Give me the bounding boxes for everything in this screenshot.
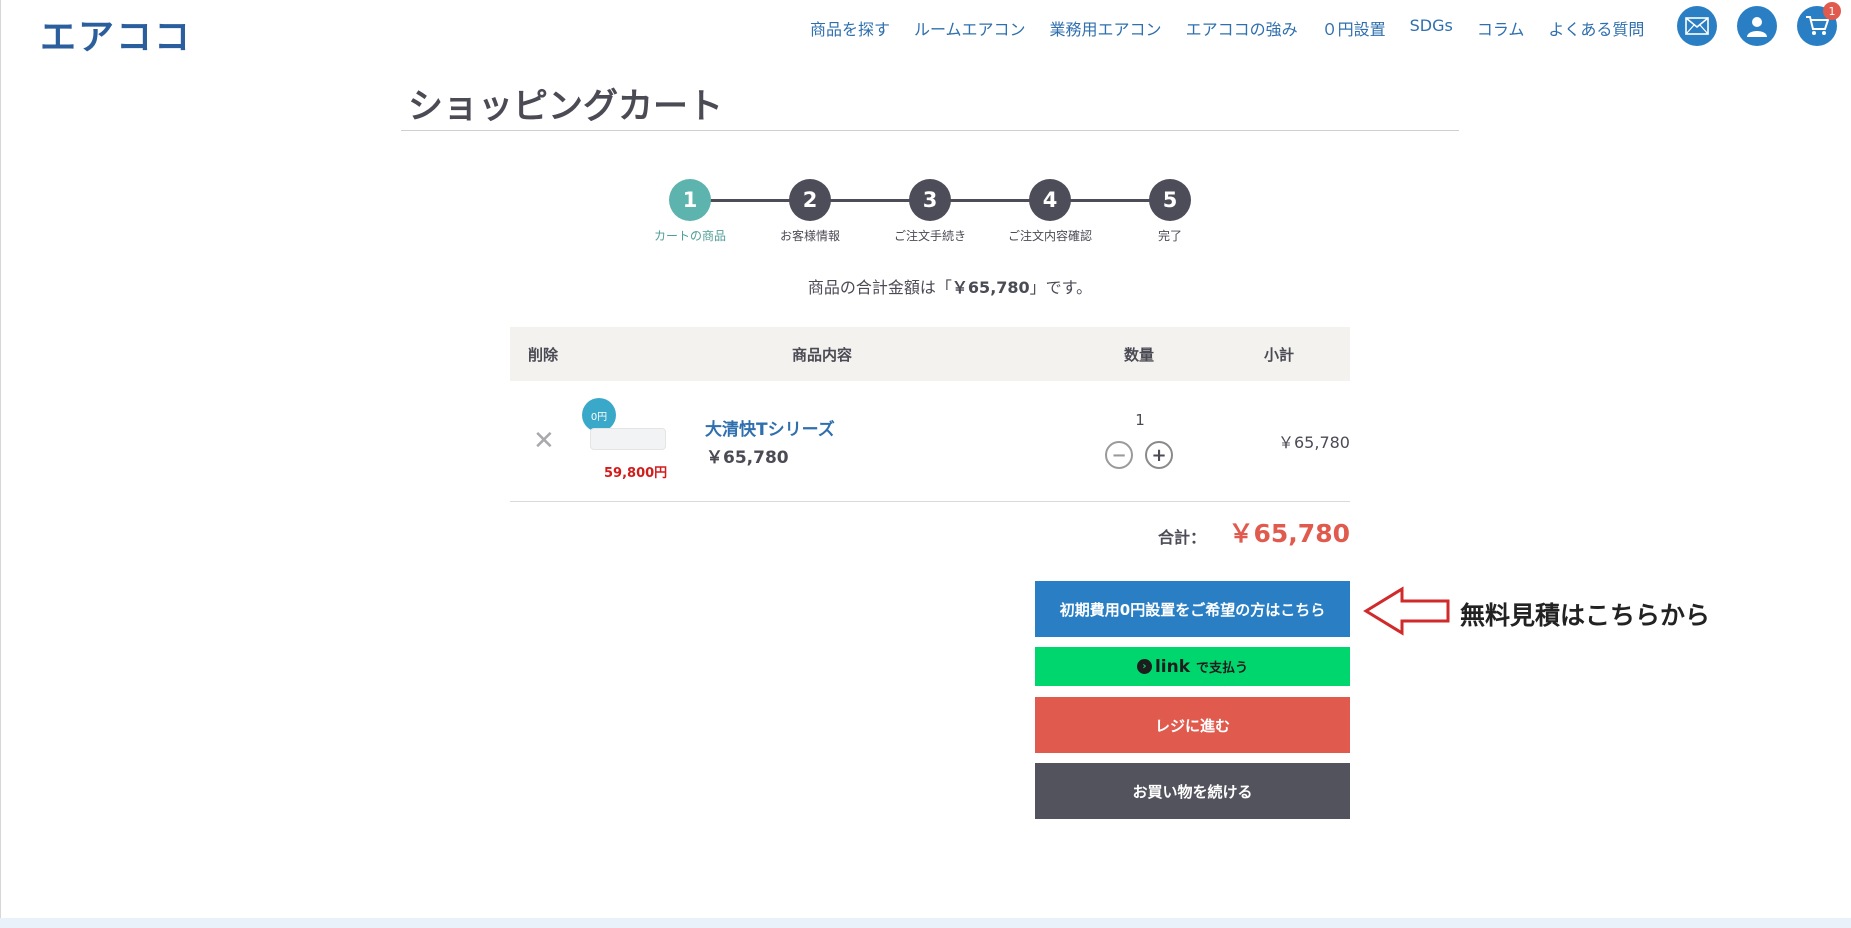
user-icon: [1747, 17, 1767, 37]
cart-button[interactable]: 1: [1797, 2, 1841, 46]
nav-business-aircon[interactable]: 業務用エアコン: [1050, 16, 1162, 40]
step-label: 完了: [1157, 229, 1182, 243]
site-logo[interactable]: エアココ: [40, 8, 192, 60]
plus-icon: +: [1151, 444, 1167, 466]
quantity-value: 1: [1135, 411, 1145, 429]
header-content: 商品内容: [792, 346, 853, 364]
step-number: 4: [1029, 179, 1071, 221]
product-thumbnail[interactable]: 0円 59,800円: [582, 398, 672, 481]
continue-shopping-button[interactable]: お買い物を続ける: [1035, 763, 1350, 819]
aircon-unit-image: [590, 428, 666, 450]
nav-search-products[interactable]: 商品を探す: [810, 16, 890, 40]
minus-icon: −: [1111, 444, 1127, 466]
quantity-increase-button[interactable]: +: [1145, 441, 1173, 469]
step-label: カートの商品: [653, 229, 726, 243]
step-order-procedure: 3 ご注文手続き: [870, 179, 990, 244]
cart-summary: 商品の合計金額は「￥65,780」です。: [700, 274, 1200, 298]
step-customer-info: 2 お客様情報: [750, 179, 870, 244]
remove-item-button[interactable]: ✕: [533, 426, 555, 456]
mail-icon: [1685, 17, 1709, 35]
link-pay-label: で支払う: [1196, 661, 1249, 676]
step-number: 1: [669, 179, 711, 221]
account-button[interactable]: [1737, 6, 1777, 46]
nav-faq[interactable]: よくある質問: [1548, 16, 1644, 40]
header-subtotal: 小計: [1264, 346, 1295, 364]
link-pay-button[interactable]: › link で支払う: [1035, 647, 1350, 686]
step-label: ご注文内容確認: [1007, 229, 1092, 243]
nav-room-aircon[interactable]: ルームエアコン: [914, 16, 1026, 40]
page-edge: [0, 0, 1, 928]
summary-suffix: 」です。: [1029, 278, 1093, 297]
product-name-link[interactable]: 大清快Tシリーズ: [705, 415, 835, 440]
cart-icon: [1806, 16, 1829, 35]
header-qty: 数量: [1124, 346, 1155, 364]
quantity-decrease-button[interactable]: −: [1105, 441, 1133, 469]
header-remove: 削除: [528, 346, 559, 364]
item-subtotal: ￥65,780: [1278, 433, 1350, 452]
summary-amount: ￥65,780: [951, 278, 1030, 297]
product-price: ￥65,780: [706, 448, 789, 468]
zero-install-button[interactable]: 初期費用0円設置をご希望の方はこちら: [1035, 581, 1350, 637]
nav-sdgs[interactable]: SDGs: [1410, 16, 1453, 40]
step-cart: 1 カートの商品: [630, 179, 750, 244]
step-label: ご注文手続き: [893, 229, 966, 243]
nav-column[interactable]: コラム: [1477, 16, 1525, 40]
title-divider: [401, 130, 1459, 131]
main-nav: 商品を探す ルームエアコン 業務用エアコン エアココの強み ０円設置 SDGs …: [810, 16, 1668, 40]
step-order-confirm: 4 ご注文内容確認: [990, 179, 1110, 244]
step-number: 5: [1149, 179, 1191, 221]
total-value: ￥65,780: [1228, 519, 1350, 548]
mail-button[interactable]: [1677, 6, 1717, 46]
link-arrow-icon: ›: [1136, 659, 1152, 674]
nav-strengths[interactable]: エアココの強み: [1186, 16, 1298, 40]
step-number: 2: [789, 179, 831, 221]
cart-count-badge: 1: [1823, 2, 1841, 20]
summary-prefix: 商品の合計金額は「: [807, 278, 952, 297]
row-divider: [510, 501, 1350, 502]
link-brand: link: [1154, 656, 1191, 677]
step-number: 3: [909, 179, 951, 221]
step-label: お客様情報: [779, 229, 840, 243]
footer-strip: [0, 918, 1851, 928]
total-label: 合計：: [1158, 528, 1207, 547]
cart-table-header: 削除 商品内容 数量 小計: [510, 327, 1350, 381]
left-arrow-icon: [1363, 586, 1450, 636]
thumbnail-price: 59,800円: [604, 466, 668, 481]
zero-yen-badge: 0円: [582, 398, 616, 432]
checkout-button[interactable]: レジに進む: [1035, 697, 1350, 753]
free-estimate-annotation: 無料見積はこちらから: [1460, 601, 1711, 630]
page-title: ショッピングカート: [408, 87, 724, 127]
nav-zero-install[interactable]: ０円設置: [1322, 16, 1386, 40]
step-complete: 5 完了: [1110, 179, 1230, 244]
